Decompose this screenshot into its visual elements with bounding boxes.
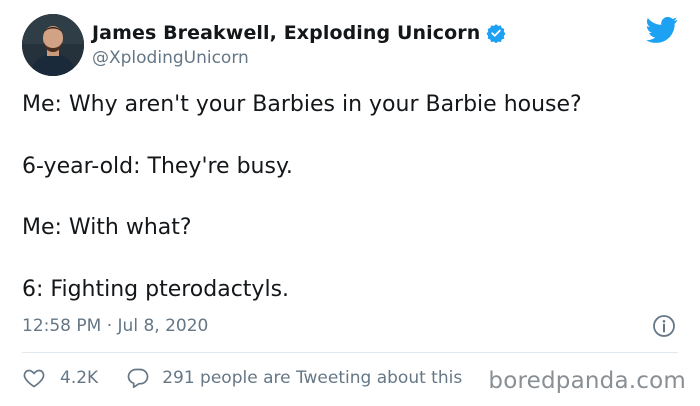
heart-icon[interactable]	[22, 366, 46, 390]
divider	[22, 352, 678, 353]
avatar[interactable]	[22, 14, 84, 76]
tweet-text-line: Me: With what?	[22, 215, 192, 240]
reply-bubble-icon[interactable]	[126, 366, 150, 390]
like-count[interactable]: 4.2K	[60, 368, 98, 388]
tweet-text-line: Me: Why aren't your Barbies in your Barb…	[22, 92, 582, 117]
twitter-bird-icon[interactable]	[646, 16, 678, 44]
author-display-name[interactable]: James Breakwell, Exploding Unicorn	[92, 22, 480, 44]
watermark: boredpanda.com	[488, 368, 686, 394]
avatar-photo	[22, 14, 84, 76]
tweet-timestamp[interactable]: 12:58 PM · Jul 8, 2020	[22, 316, 208, 336]
verified-badge-icon	[486, 24, 506, 43]
tweet-text-line: 6: Fighting pterodactyls.	[22, 277, 290, 302]
tweet-text-line: 6-year-old: They're busy.	[22, 154, 293, 179]
author-name-row[interactable]: James Breakwell, Exploding Unicorn	[92, 22, 506, 44]
author-handle[interactable]: @XplodingUnicorn	[92, 48, 249, 68]
info-icon[interactable]	[652, 314, 676, 338]
tweet-actions: 4.2K 291 people are Tweeting about this	[22, 366, 462, 390]
conversation-link[interactable]: 291 people are Tweeting about this	[162, 368, 462, 388]
